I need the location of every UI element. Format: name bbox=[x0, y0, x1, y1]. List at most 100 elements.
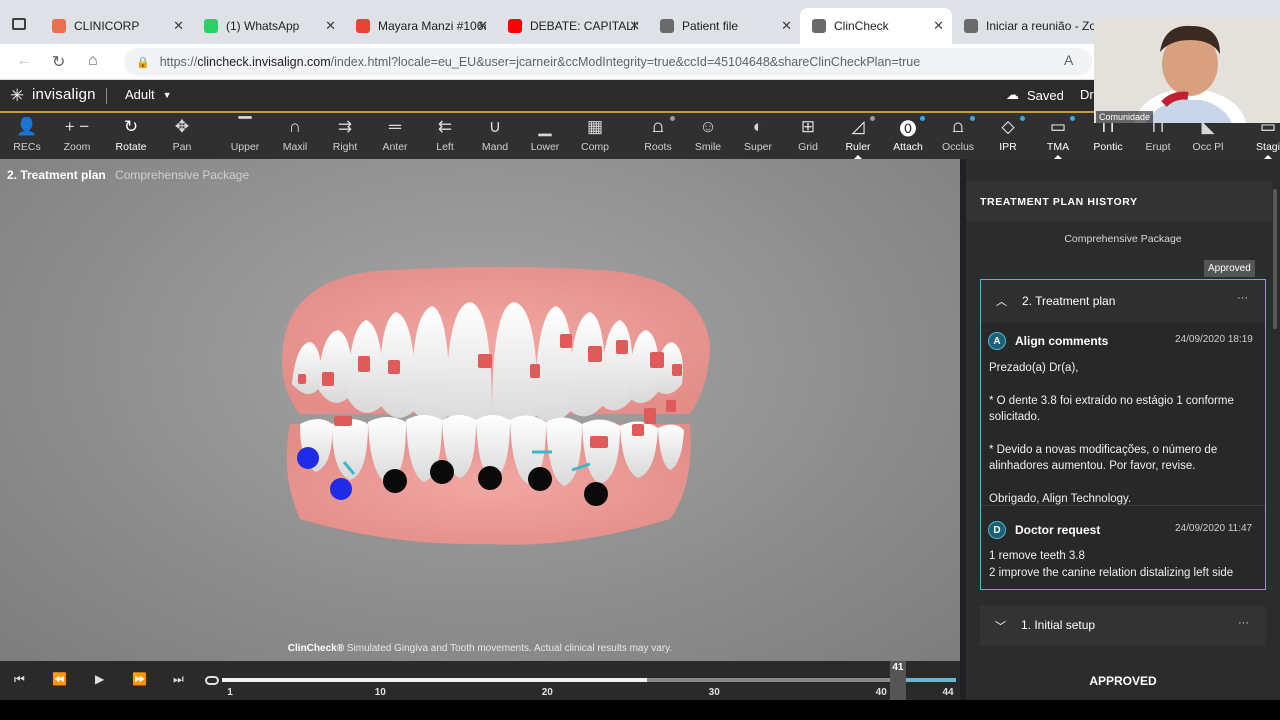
disclaimer-text: Simulated Gingiva and Tooth movements. A… bbox=[346, 643, 673, 654]
current-stage-marker[interactable]: 41 bbox=[889, 661, 906, 700]
tool-label: Attach bbox=[893, 141, 923, 153]
tool-label: Smile bbox=[694, 141, 722, 153]
mode-select[interactable]: Adult ▼ bbox=[125, 87, 172, 102]
avatar-letter: D bbox=[993, 524, 1001, 536]
breadcrumb: 2. Treatment plan Comprehensive Package bbox=[7, 168, 249, 182]
last-stage-icon[interactable]: ⏭ bbox=[173, 672, 184, 687]
avatar: D bbox=[988, 521, 1006, 539]
history-header: TREATMENT PLAN HISTORY bbox=[966, 181, 1272, 221]
tool-lower[interactable]: ▁ Lower bbox=[520, 113, 570, 159]
smile-icon: ☺ bbox=[699, 117, 717, 136]
plan-2-header[interactable]: ︿ 2. Treatment plan ··· bbox=[981, 280, 1265, 322]
plan-card-2: ︿ 2. Treatment plan ··· A Align comments… bbox=[980, 279, 1266, 590]
close-tab-icon[interactable]: ✕ bbox=[781, 18, 792, 34]
user-menu[interactable]: Dr bbox=[1080, 87, 1094, 102]
3d-viewer[interactable]: 2. Treatment plan Comprehensive Package bbox=[0, 159, 960, 661]
cloud-icon: ☁ bbox=[1006, 87, 1019, 102]
first-stage-icon[interactable]: ⏮ bbox=[14, 672, 25, 687]
tool-recs[interactable]: 👤 RECs bbox=[2, 113, 52, 159]
tool-label: Grid bbox=[798, 141, 818, 153]
tool-ipr[interactable]: ◇ IPR bbox=[983, 113, 1033, 159]
breadcrumb-package: Comprehensive Package bbox=[115, 168, 250, 182]
tool-label: Occlus bbox=[941, 141, 975, 153]
browser-tab-label: (1) WhatsApp bbox=[226, 19, 300, 33]
more-icon[interactable]: ··· bbox=[1237, 292, 1248, 304]
tool-mand[interactable]: ∪ Mand bbox=[470, 113, 520, 159]
tool-attach[interactable]: ⓿ Attach bbox=[883, 113, 933, 159]
play-icon[interactable]: ▶ bbox=[95, 672, 104, 686]
browser-tab[interactable]: Mayara Manzi #10684 ✕ bbox=[344, 8, 496, 44]
occlus-icon: ⩍ bbox=[952, 117, 964, 136]
tool-anter[interactable]: ═ Anter bbox=[370, 113, 420, 159]
tool-comp[interactable]: ▦ Comp bbox=[570, 113, 620, 159]
close-tab-icon[interactable]: ✕ bbox=[933, 18, 944, 34]
prev-stage-icon[interactable]: ⏪ bbox=[52, 672, 67, 686]
tool-zoom[interactable]: + − Zoom bbox=[52, 113, 102, 159]
next-stage-icon[interactable]: ⏩ bbox=[132, 672, 147, 686]
tool-label: Upper bbox=[230, 141, 260, 153]
panel-scrollbar[interactable] bbox=[1273, 189, 1277, 329]
disclaimer-brand: ClinCheck® bbox=[287, 643, 345, 654]
browser-tab[interactable]: Patient file ✕ bbox=[648, 8, 800, 44]
tool-rotate[interactable]: ↻ Rotate bbox=[106, 113, 156, 159]
tool-label: Zoom bbox=[63, 141, 91, 153]
plan-card-1[interactable]: ﹀ 1. Initial setup ··· bbox=[980, 606, 1266, 646]
close-tab-icon[interactable]: ✕ bbox=[629, 18, 640, 34]
browser-tab[interactable]: DEBATE: CAPITALISMO✕ bbox=[496, 8, 648, 44]
webcam-overlay[interactable]: Comunidade bbox=[1094, 18, 1280, 123]
whatsapp-icon bbox=[204, 19, 218, 33]
tab-actions-icon[interactable] bbox=[12, 18, 26, 30]
close-tab-icon[interactable]: ✕ bbox=[477, 18, 488, 34]
tool-super[interactable]: ◐ Super bbox=[733, 113, 783, 159]
more-icon[interactable]: ··· bbox=[1238, 617, 1249, 629]
zoom-icon: + − bbox=[64, 117, 90, 136]
home-icon[interactable]: ⌂ bbox=[88, 52, 98, 70]
tool-ruler[interactable]: ◿ Ruler bbox=[833, 113, 883, 159]
avatar-letter: A bbox=[993, 335, 1001, 347]
plan-2-title: 2. Treatment plan bbox=[1022, 294, 1116, 308]
tool-indicator-dot bbox=[670, 116, 675, 121]
mand-icon: ∪ bbox=[488, 117, 502, 136]
comment-line: 2 improve the canine relation distalizin… bbox=[989, 566, 1234, 579]
tool-grid[interactable]: ⊞ Grid bbox=[783, 113, 833, 159]
dental-model[interactable] bbox=[270, 264, 720, 549]
browser-tab[interactable]: CLINICORP ✕ bbox=[40, 8, 192, 44]
tool-roots[interactable]: ⩍ Roots bbox=[633, 113, 683, 159]
timeline-tick-label: 44 bbox=[942, 687, 954, 698]
attach-icon: ⓿ bbox=[899, 119, 917, 139]
chevron-up-icon[interactable]: ︿ bbox=[996, 293, 1007, 309]
tool-label: Lower bbox=[530, 141, 560, 153]
chevron-down-icon[interactable]: ﹀ bbox=[995, 618, 1006, 634]
timeline-start-handle[interactable] bbox=[205, 676, 219, 685]
url-field[interactable]: 🔒 https://clincheck.invisalign.com/index… bbox=[124, 48, 1092, 76]
tool-right[interactable]: ⇉ Right bbox=[320, 113, 370, 159]
back-icon[interactable]: ← bbox=[16, 52, 32, 70]
timeline-progress bbox=[222, 678, 648, 682]
avatar: A bbox=[988, 332, 1006, 350]
comment-line: * O dente 3.8 foi extraído no estágio 1 … bbox=[989, 394, 1234, 424]
timeline-tick-label: 10 bbox=[374, 687, 386, 698]
reader-mode-icon[interactable]: A bbox=[1064, 52, 1073, 68]
reload-icon[interactable]: ↻ bbox=[52, 52, 65, 72]
left-icon: ⇇ bbox=[437, 117, 453, 136]
history-title: TREATMENT PLAN HISTORY bbox=[980, 196, 1138, 208]
invisalign-star-icon bbox=[660, 19, 674, 33]
browser-tab[interactable]: Iniciar a reunião - Zoo bbox=[952, 8, 1094, 44]
history-package: Comprehensive Package bbox=[1064, 233, 1182, 245]
browser-tab-label: DEBATE: CAPITALISMO bbox=[530, 19, 638, 33]
browser-tab[interactable]: ClinCheck ✕ bbox=[800, 8, 952, 44]
tool-maxil[interactable]: ∩ Maxil bbox=[270, 113, 320, 159]
tool-smile[interactable]: ☺ Smile bbox=[683, 113, 733, 159]
tool-left[interactable]: ⇇ Left bbox=[420, 113, 470, 159]
close-tab-icon[interactable]: ✕ bbox=[173, 18, 184, 34]
browser-tab-bar: CLINICORP ✕ (1) WhatsApp ✕ Mayara Manzi #106… bbox=[0, 0, 1280, 44]
tool-tma[interactable]: ▭ TMA bbox=[1033, 113, 1083, 159]
saved-label: Saved bbox=[1027, 87, 1064, 103]
tool-occlus[interactable]: ⩍ Occlus bbox=[933, 113, 983, 159]
tool-upper[interactable]: ▔ Upper bbox=[220, 113, 270, 159]
browser-tab[interactable]: (1) WhatsApp ✕ bbox=[192, 8, 344, 44]
upper-icon: ▔ bbox=[238, 117, 252, 136]
tool-label: Maxil bbox=[282, 141, 308, 153]
tool-pan[interactable]: ✥ Pan bbox=[157, 113, 207, 159]
close-tab-icon[interactable]: ✕ bbox=[325, 18, 336, 34]
